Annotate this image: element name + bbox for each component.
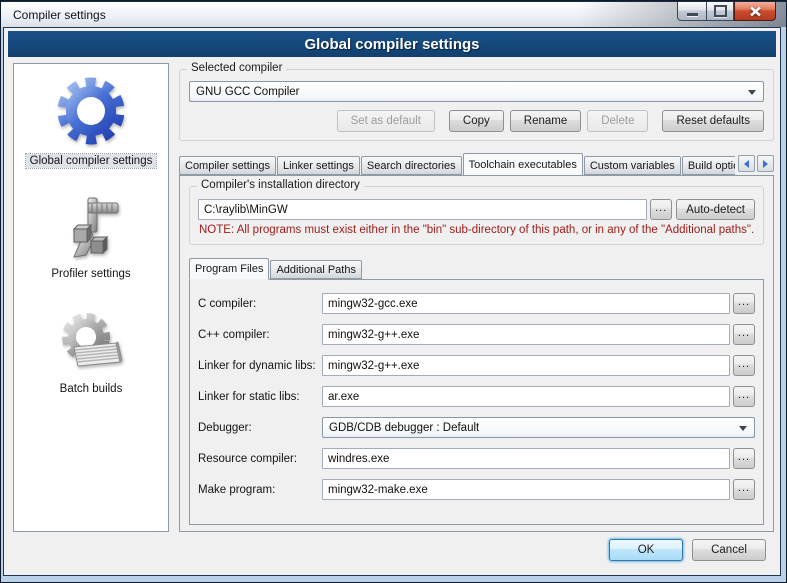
tab-compiler-settings[interactable]: Compiler settings — [179, 156, 276, 175]
cpp-compiler-browse-button[interactable]: ... — [733, 324, 755, 345]
field-row-dynamic-linker: Linker for dynamic libs: ... — [198, 355, 755, 376]
debugger-select[interactable]: GDB/CDB debugger : Default — [322, 417, 755, 438]
compiler-select[interactable]: GNU GCC Compiler — [189, 81, 764, 102]
sidebar-item-profiler-settings[interactable]: Profiler settings — [47, 195, 134, 281]
compiler-buttons-row: Set as default Copy Rename Delete Reset … — [189, 110, 764, 132]
tab-scroll-right-button[interactable] — [757, 155, 774, 172]
installation-directory-row: ... Auto-detect — [198, 199, 755, 220]
field-row-static-linker: Linker for static libs: ... — [198, 386, 755, 407]
dialog-footer: OK Cancel — [4, 532, 780, 575]
program-files-tabstrip: Program Files Additional Paths — [189, 257, 764, 279]
rename-button[interactable]: Rename — [510, 110, 581, 132]
sidebar-item-global-compiler-settings[interactable]: Global compiler settings — [26, 74, 157, 168]
debugger-select-value: GDB/CDB debugger : Default — [329, 422, 479, 434]
cancel-button[interactable]: Cancel — [692, 539, 766, 561]
c-compiler-input[interactable] — [322, 293, 730, 314]
caption-buttons — [677, 2, 776, 21]
field-row-c-compiler: C compiler: ... — [198, 293, 755, 314]
compiler-select-value: GNU GCC Compiler — [196, 86, 300, 98]
field-label: Make program: — [198, 484, 322, 496]
minimize-icon — [687, 13, 698, 16]
close-button[interactable] — [734, 2, 776, 21]
field-label: C compiler: — [198, 298, 322, 310]
make-program-input[interactable] — [322, 479, 730, 500]
tab-toolchain-executables[interactable]: Toolchain executables — [463, 153, 583, 175]
selected-compiler-group: Selected compiler GNU GCC Compiler Set a… — [179, 69, 774, 141]
field-label: Debugger: — [198, 422, 322, 434]
sidebar-item-batch-builds[interactable]: Batch builds — [56, 310, 127, 396]
tab-additional-paths[interactable]: Additional Paths — [270, 260, 362, 279]
copy-button[interactable]: Copy — [449, 110, 504, 132]
dynamic-linker-input[interactable] — [322, 355, 730, 376]
chevron-down-icon — [739, 426, 747, 431]
cpp-compiler-input[interactable] — [322, 324, 730, 345]
arrow-left-icon — [744, 160, 749, 168]
c-compiler-browse-button[interactable]: ... — [733, 293, 755, 314]
installation-directory-group-label: Compiler's installation directory — [197, 179, 364, 191]
settings-tabstrip: Compiler settings Linker settings Search… — [179, 152, 774, 175]
field-row-make-program: Make program: ... — [198, 479, 755, 500]
window-titlebar[interactable]: Compiler settings — [0, 0, 787, 27]
main-panel: Selected compiler GNU GCC Compiler Set a… — [179, 63, 774, 532]
field-label: Linker for dynamic libs: — [198, 360, 322, 372]
gear-stack-icon — [56, 310, 126, 376]
ok-button[interactable]: OK — [609, 539, 683, 561]
delete-button[interactable]: Delete — [587, 110, 648, 132]
settings-tabs: Compiler settings Linker settings Search… — [179, 153, 735, 175]
auto-detect-button[interactable]: Auto-detect — [676, 199, 755, 220]
sidebar-item-label: Profiler settings — [47, 267, 134, 281]
screen: { "titlebar": { "title": "Compiler setti… — [0, 0, 787, 583]
installation-directory-group: Compiler's installation directory ... Au… — [189, 186, 764, 245]
field-row-resource-compiler: Resource compiler: ... — [198, 448, 755, 469]
tab-scroll-left-button[interactable] — [738, 155, 755, 172]
settings-category-list: Global compiler settings — [13, 63, 169, 532]
window-title: Compiler settings — [13, 8, 106, 22]
minimize-button[interactable] — [677, 2, 706, 21]
sidebar-item-label: Batch builds — [56, 382, 127, 396]
field-label: C++ compiler: — [198, 329, 322, 341]
maximize-button[interactable] — [706, 2, 734, 21]
caliper-icon — [58, 195, 124, 261]
field-label: Resource compiler: — [198, 453, 322, 465]
set-as-default-button[interactable]: Set as default — [337, 110, 435, 132]
installation-directory-input[interactable] — [198, 199, 647, 220]
field-row-debugger: Debugger: GDB/CDB debugger : Default — [198, 417, 755, 438]
static-linker-input[interactable] — [322, 386, 730, 407]
make-program-browse-button[interactable]: ... — [733, 479, 755, 500]
field-row-cpp-compiler: C++ compiler: ... — [198, 324, 755, 345]
tab-program-files[interactable]: Program Files — [189, 258, 269, 280]
resource-compiler-input[interactable] — [322, 448, 730, 469]
installation-directory-browse-button[interactable]: ... — [650, 199, 672, 220]
close-icon — [749, 6, 762, 17]
compiler-settings-dialog: Global compiler settings Global compiler… — [3, 27, 781, 576]
reset-defaults-button[interactable]: Reset defaults — [662, 110, 764, 132]
toolchain-executables-panel: Compiler's installation directory ... Au… — [179, 175, 774, 532]
sidebar-item-label: Global compiler settings — [26, 154, 157, 168]
tab-scroll-buttons — [738, 155, 774, 172]
chevron-down-icon — [748, 90, 756, 95]
resource-compiler-browse-button[interactable]: ... — [733, 448, 755, 469]
dialog-content: Global compiler settings — [4, 59, 780, 532]
field-label: Linker for static libs: — [198, 391, 322, 403]
static-linker-browse-button[interactable]: ... — [733, 386, 755, 407]
selected-compiler-group-label: Selected compiler — [187, 62, 286, 74]
tab-search-directories[interactable]: Search directories — [361, 156, 462, 175]
note-text: NOTE: All programs must exist either in … — [199, 224, 754, 236]
tab-build-options[interactable]: Build options — [682, 156, 735, 175]
tab-custom-variables[interactable]: Custom variables — [584, 156, 681, 175]
tab-linker-settings[interactable]: Linker settings — [277, 156, 360, 175]
dynamic-linker-browse-button[interactable]: ... — [733, 355, 755, 376]
arrow-right-icon — [763, 160, 768, 168]
program-files-panel: C compiler: ... C++ compiler: ... Linker… — [189, 279, 764, 525]
page-title: Global compiler settings — [8, 31, 776, 57]
gear-blue-icon — [54, 74, 128, 148]
maximize-icon — [714, 5, 727, 17]
